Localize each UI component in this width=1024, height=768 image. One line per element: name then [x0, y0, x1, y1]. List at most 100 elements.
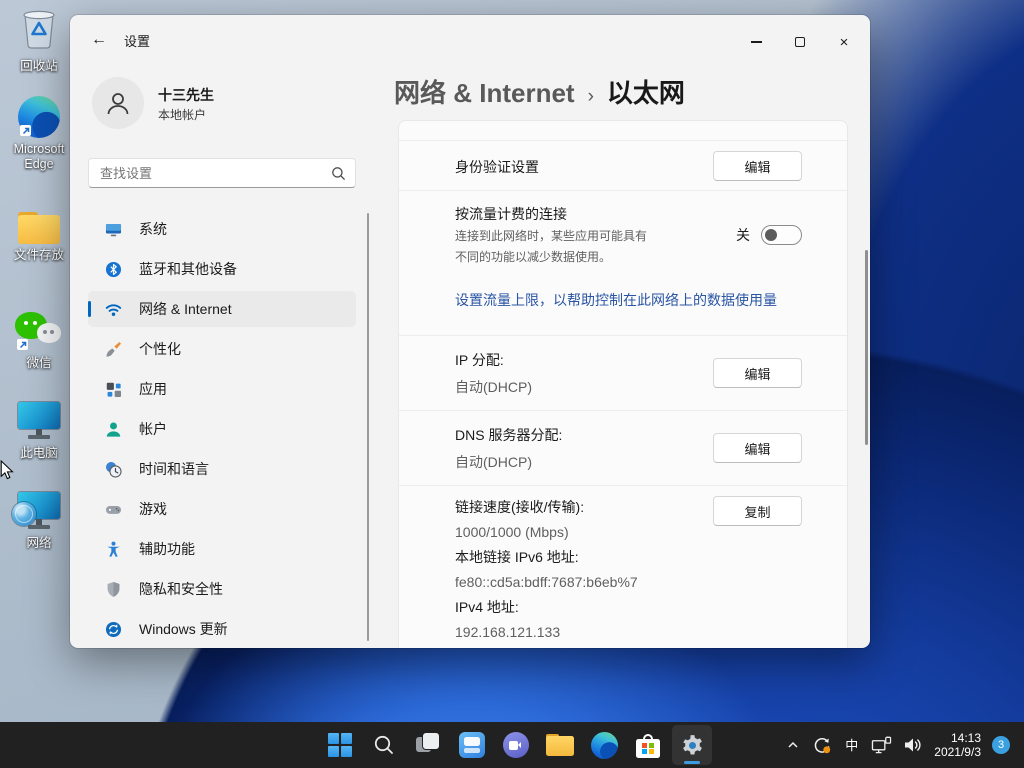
- game-controller-icon: [104, 500, 123, 519]
- content-scrollbar[interactable]: [865, 250, 868, 445]
- volume-icon[interactable]: [903, 736, 923, 754]
- ipv6-address-value: fe80::cd5a:bdff:7687:b6eb%7: [455, 574, 638, 590]
- metered-description: 连接到此网络时，某些应用可能具有不同的功能以减少数据使用。: [455, 229, 648, 264]
- desktop-icon-label: 网络: [26, 536, 52, 550]
- desktop-icon-network[interactable]: 网络: [0, 492, 78, 551]
- search-box[interactable]: [88, 158, 356, 188]
- auth-settings-label: 身份验证设置: [455, 159, 539, 175]
- widgets-icon: [459, 732, 485, 758]
- sidebar-scrollbar[interactable]: [367, 213, 369, 641]
- toggle-state-label: 关: [736, 227, 750, 243]
- sidebar-item-label: 辅助功能: [139, 541, 195, 557]
- sidebar-item-gaming[interactable]: 游戏: [88, 491, 356, 527]
- mouse-cursor: [0, 459, 14, 485]
- tray-chevron-up-icon[interactable]: [786, 738, 800, 752]
- network-icon: [12, 492, 62, 532]
- edge-icon: [18, 96, 60, 138]
- update-icon: [104, 620, 123, 639]
- sidebar-item-apps[interactable]: 应用: [88, 371, 356, 407]
- close-button[interactable]: ×: [822, 27, 866, 57]
- recycle-bin-icon: [18, 6, 60, 55]
- shortcut-arrow-icon: [17, 339, 28, 350]
- desktop-icon-recycle-bin[interactable]: 回收站: [0, 6, 78, 74]
- ethernet-network-icon[interactable]: [871, 735, 892, 755]
- page-title: 以太网: [606, 78, 685, 108]
- dns-edit-button[interactable]: 编辑: [713, 433, 802, 463]
- sidebar-item-windows-update[interactable]: Windows 更新: [88, 611, 356, 647]
- sidebar-item-privacy-security[interactable]: 隐私和安全性: [88, 571, 356, 607]
- breadcrumb-parent[interactable]: 网络 & Internet: [394, 73, 575, 110]
- minimize-button[interactable]: [734, 27, 778, 57]
- toggle-knob: [765, 229, 777, 241]
- sidebar-item-accounts[interactable]: 帐户: [88, 411, 356, 447]
- maximize-button[interactable]: [778, 27, 822, 57]
- sidebar-item-time-language[interactable]: 时间和语言: [88, 451, 356, 487]
- ip-edit-button[interactable]: 编辑: [713, 358, 802, 388]
- wechat-icon: [15, 312, 63, 352]
- desktop-icon-label: 此电脑: [20, 446, 58, 460]
- sidebar-item-bluetooth-devices[interactable]: 蓝牙和其他设备: [88, 251, 356, 287]
- titlebar[interactable]: ← 设置 ×: [70, 15, 870, 63]
- desktop-icon-this-pc[interactable]: 此电脑: [0, 402, 78, 461]
- accessibility-person-icon: [104, 540, 123, 559]
- chat-button[interactable]: [496, 725, 536, 765]
- sidebar-item-label: 应用: [139, 381, 167, 397]
- apps-grid-icon: [104, 380, 123, 399]
- task-view-button[interactable]: [408, 725, 448, 765]
- widgets-button[interactable]: [452, 725, 492, 765]
- active-app-indicator: [684, 761, 700, 764]
- paintbrush-icon: [104, 340, 123, 359]
- edge-button[interactable]: [584, 725, 624, 765]
- search-input[interactable]: [89, 159, 355, 187]
- connection-details-row: 链接速度(接收/传输): 1000/1000 (Mbps) 本地链接 IPv6 …: [399, 486, 847, 648]
- metered-title: 按流量计费的连接: [455, 206, 567, 222]
- sidebar-item-personalization[interactable]: 个性化: [88, 331, 356, 367]
- dns-assignment-label: DNS 服务器分配:: [455, 427, 563, 443]
- notification-badge[interactable]: 3: [992, 736, 1010, 754]
- breadcrumb-separator-icon: ›: [587, 86, 594, 107]
- sidebar-item-network-internet[interactable]: 网络 & Internet: [88, 291, 356, 327]
- avatar[interactable]: [92, 77, 144, 129]
- settings-button[interactable]: [672, 725, 712, 765]
- tray-clock[interactable]: 14:13 2021/9/3: [934, 731, 981, 760]
- sidebar-item-label: 蓝牙和其他设备: [139, 261, 237, 277]
- desktop-icon-edge[interactable]: Microsoft Edge: [0, 96, 78, 172]
- store-button[interactable]: [628, 725, 668, 765]
- data-limit-link[interactable]: 设置流量上限，以帮助控制在此网络上的数据使用量: [455, 290, 777, 310]
- person-icon: [107, 93, 129, 115]
- tray-date: 2021/9/3: [934, 745, 981, 759]
- folder-icon: [18, 212, 60, 244]
- ipv4-address-value: 192.168.121.133: [455, 624, 561, 640]
- auth-settings-row: 身份验证设置 编辑: [399, 141, 847, 191]
- taskbar: 中 14:13 2021/9/3 3: [0, 722, 1024, 768]
- settings-card: 身份验证设置 编辑 按流量计费的连接 连接到此网络时，某些应用可能具有不同的功能…: [398, 120, 848, 648]
- file-explorer-button[interactable]: [540, 725, 580, 765]
- sidebar-item-label: 个性化: [139, 341, 181, 357]
- clock-language-icon: [104, 460, 123, 479]
- desktop-icon-wechat[interactable]: 微信: [0, 312, 78, 371]
- tray-time: 14:13: [950, 730, 981, 745]
- metered-toggle[interactable]: [761, 225, 802, 245]
- sidebar-item-system[interactable]: 系统: [88, 211, 356, 247]
- dns-assignment-row: DNS 服务器分配: 自动(DHCP) 编辑: [399, 411, 847, 486]
- this-pc-icon: [16, 402, 62, 442]
- copy-button[interactable]: 复制: [713, 496, 802, 526]
- back-icon: ←: [91, 31, 107, 48]
- selected-indicator: [88, 301, 91, 317]
- sidebar-item-label: 帐户: [139, 421, 167, 437]
- desktop-icon-folder[interactable]: 文件存放: [0, 212, 78, 263]
- back-button[interactable]: ←: [84, 27, 114, 53]
- chat-camera-icon: [503, 732, 529, 758]
- start-button[interactable]: [320, 725, 360, 765]
- sidebar-item-label: Windows 更新: [139, 621, 228, 637]
- sidebar-item-label: 网络 & Internet: [139, 301, 232, 317]
- edge-icon: [590, 731, 618, 759]
- maximize-icon: [795, 37, 805, 47]
- tray-sync-update-icon[interactable]: [811, 735, 832, 756]
- taskbar-search-button[interactable]: [364, 725, 404, 765]
- breadcrumb: 网络 & Internet › 以太网: [394, 73, 685, 110]
- auth-edit-button[interactable]: 编辑: [713, 151, 802, 181]
- sidebar-item-accessibility[interactable]: 辅助功能: [88, 531, 356, 567]
- desktop-icon-label: 微信: [26, 356, 52, 370]
- ime-indicator[interactable]: 中: [843, 739, 860, 752]
